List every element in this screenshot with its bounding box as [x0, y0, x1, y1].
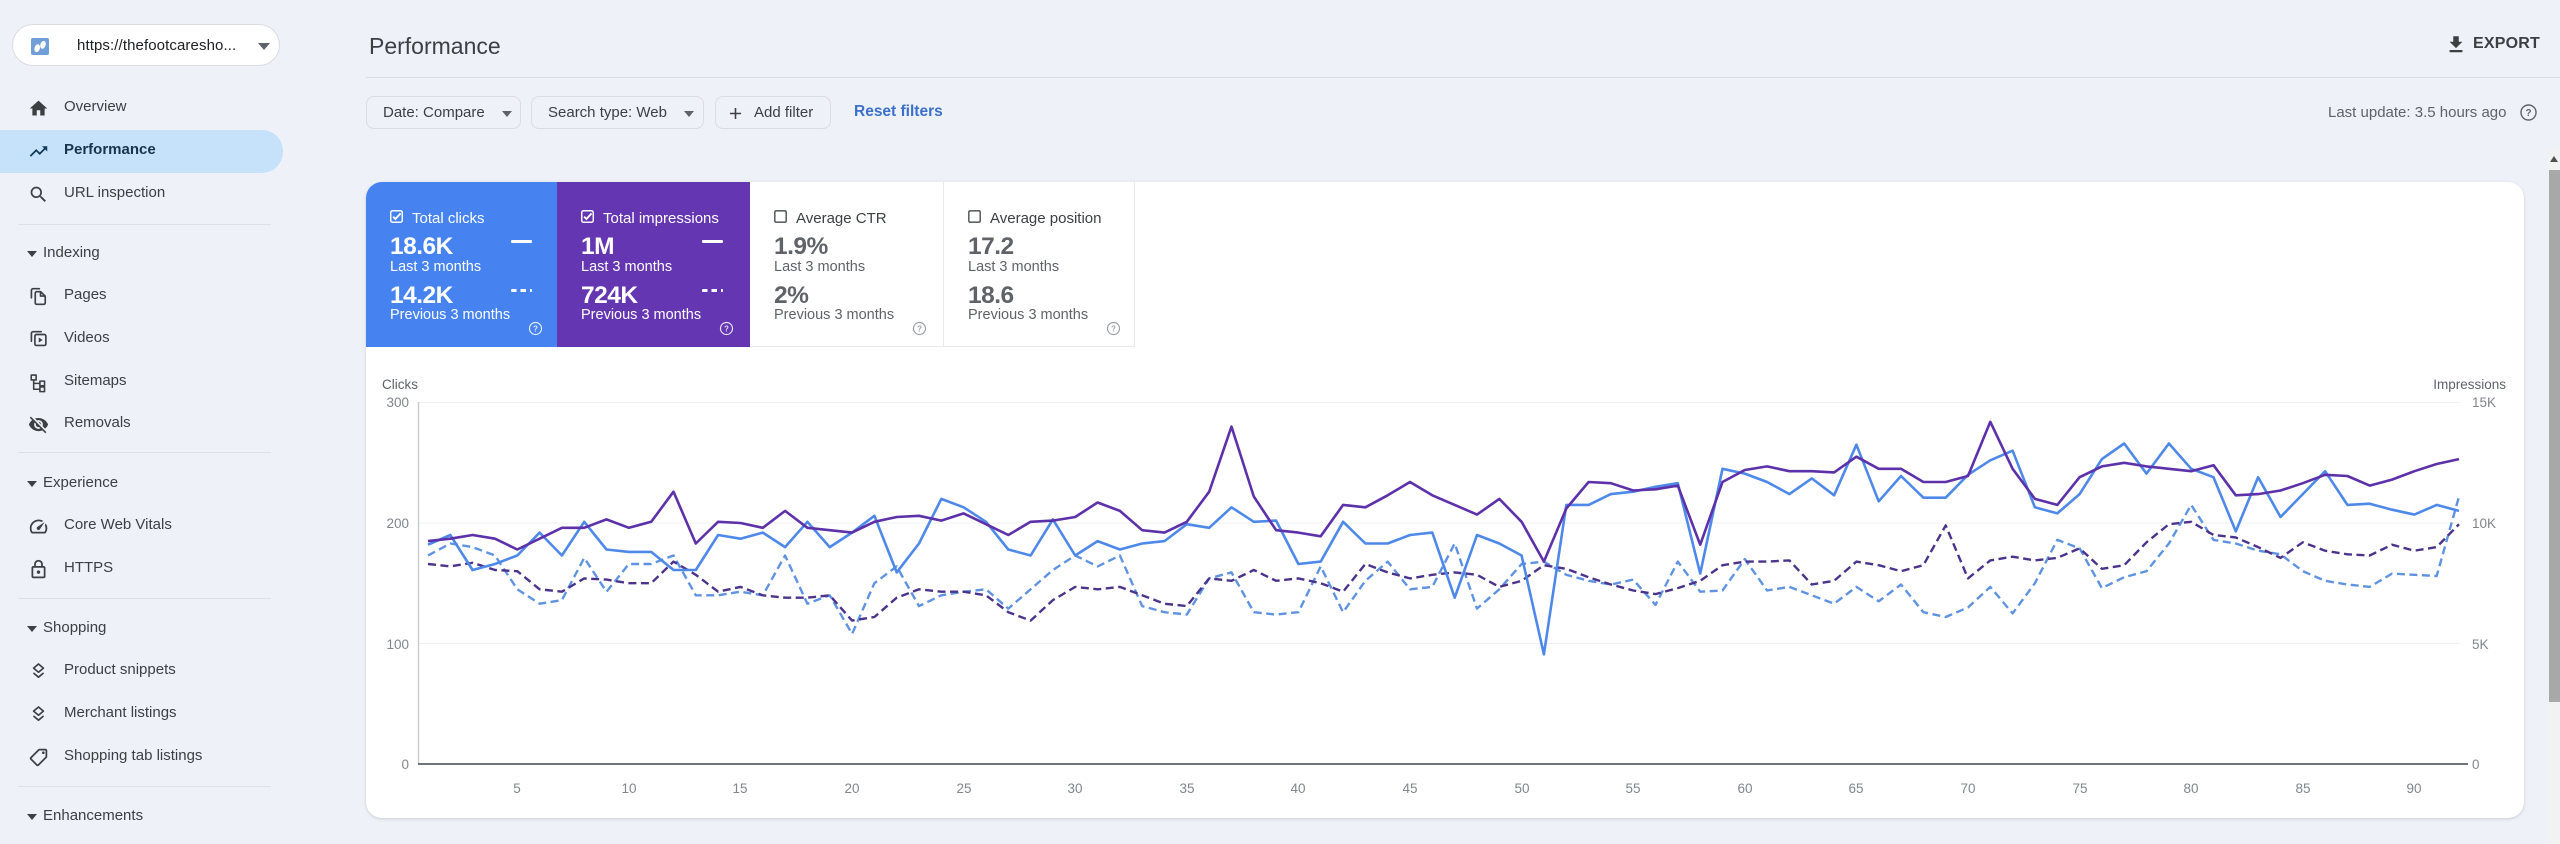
svg-text:50: 50 — [1514, 781, 1529, 796]
svg-text:85: 85 — [2295, 781, 2310, 796]
svg-text:65: 65 — [1848, 781, 1863, 796]
svg-text:45: 45 — [1402, 781, 1417, 796]
svg-text:15K: 15K — [2472, 395, 2496, 410]
svg-text:Clicks: Clicks — [382, 377, 418, 392]
svg-text:75: 75 — [2072, 781, 2087, 796]
svg-text:90: 90 — [2406, 781, 2421, 796]
svg-text:30: 30 — [1067, 781, 1082, 796]
svg-text:Impressions: Impressions — [2433, 377, 2506, 392]
svg-text:40: 40 — [1290, 781, 1305, 796]
svg-text:80: 80 — [2183, 781, 2198, 796]
svg-text:5: 5 — [513, 781, 521, 796]
svg-text:55: 55 — [1625, 781, 1640, 796]
svg-text:25: 25 — [956, 781, 971, 796]
svg-text:35: 35 — [1179, 781, 1194, 796]
svg-text:300: 300 — [386, 395, 409, 410]
svg-text:200: 200 — [386, 516, 409, 531]
svg-text:10K: 10K — [2472, 516, 2496, 531]
svg-text:0: 0 — [401, 757, 409, 772]
svg-text:10: 10 — [621, 781, 636, 796]
svg-text:60: 60 — [1737, 781, 1752, 796]
svg-text:15: 15 — [732, 781, 747, 796]
svg-text:0: 0 — [2472, 757, 2480, 772]
svg-text:70: 70 — [1960, 781, 1975, 796]
svg-text:20: 20 — [844, 781, 859, 796]
svg-text:5K: 5K — [2472, 637, 2489, 652]
svg-text:100: 100 — [386, 637, 409, 652]
